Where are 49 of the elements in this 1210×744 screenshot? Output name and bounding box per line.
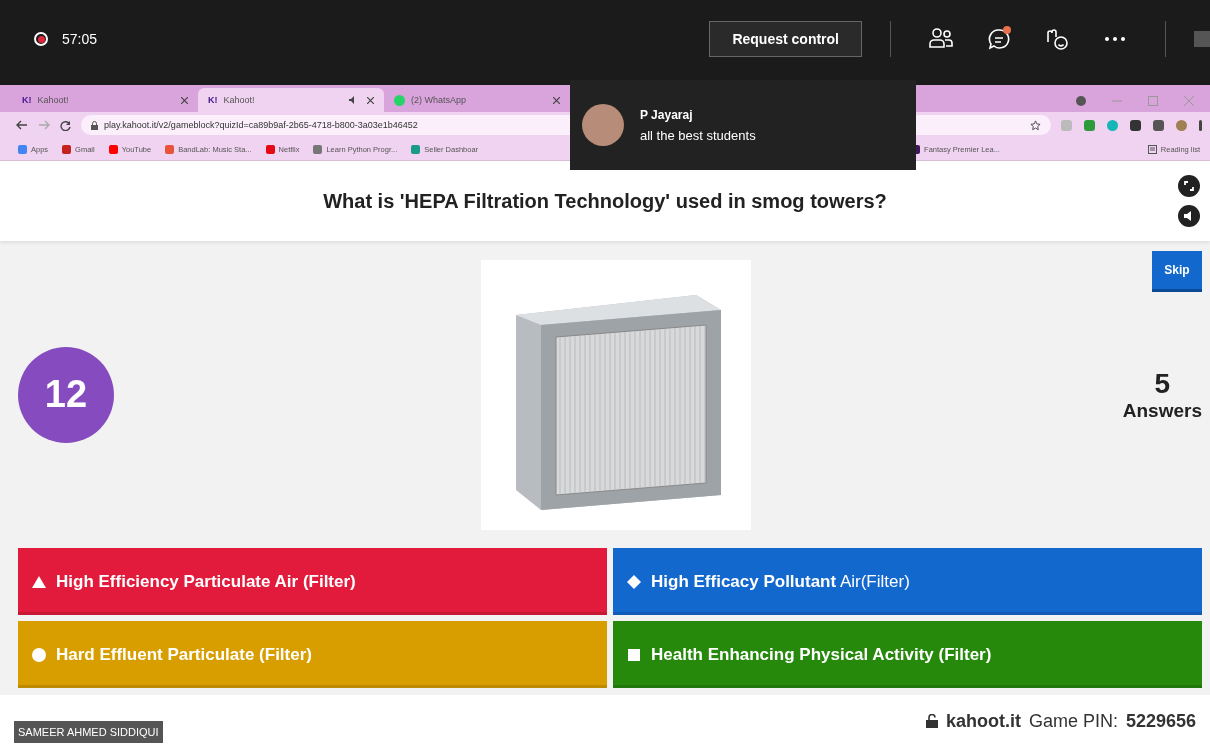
answer-text: High Efficacy Pollutant Air(Filter) (651, 571, 910, 592)
close-icon[interactable] (553, 97, 560, 104)
close-icon[interactable] (181, 97, 188, 104)
answer-option[interactable]: High Efficiency Particulate Air (Filter) (18, 548, 607, 615)
extension-icons[interactable] (1061, 119, 1202, 131)
close-icon[interactable] (367, 97, 374, 104)
fullscreen-icon[interactable] (1178, 175, 1200, 197)
site-logo: K! (208, 95, 218, 105)
answer-option[interactable]: High Efficacy Pollutant Air(Filter) (613, 548, 1202, 615)
url-text: play.kahoot.it/v2/gameblock?quizId=ca89b9af-2b65-4718-b800-3a03e1b46452 (104, 120, 418, 130)
tab-title: Kahoot! (223, 95, 255, 105)
chat-notification[interactable]: P Jayaraj all the best students (570, 80, 916, 170)
answer-text: High Efficiency Particulate Air (Filter) (56, 571, 356, 592)
browser-tab[interactable]: K! Kahoot! (198, 88, 384, 112)
question-title: What is 'HEPA Filtration Technology' used in smog towers? (323, 189, 887, 213)
circle-icon (32, 647, 46, 662)
star-icon[interactable] (1030, 119, 1041, 131)
reload-icon[interactable] (60, 119, 71, 131)
answer-option[interactable]: Health Enhancing Physical Activity (Filter) (613, 621, 1202, 688)
game-pin: 5229656 (1125, 710, 1196, 732)
speaker-icon[interactable] (349, 96, 357, 104)
presenter-name: SAMEER AHMED SIDDIQUI (14, 721, 163, 743)
back-icon[interactable] (16, 120, 28, 130)
tab-title: Kahoot! (37, 95, 69, 105)
browser-tab[interactable]: K! Kahoot! (12, 88, 198, 112)
recording-icon (34, 32, 48, 46)
answer-count-label: Answers (1122, 399, 1202, 422)
pin-label: Game PIN: (1028, 710, 1118, 732)
lock-icon (91, 120, 98, 130)
request-control-button[interactable]: Request control (709, 21, 862, 57)
sound-icon[interactable] (1178, 205, 1200, 227)
unlock-icon (925, 714, 938, 728)
answer-text: Hard Effluent Particulate (Filter) (56, 644, 312, 665)
answer-count: 5 (1154, 367, 1171, 400)
site-name: kahoot.it (945, 710, 1021, 732)
avatar (582, 104, 624, 146)
triangle-icon (32, 574, 46, 589)
tab-title: (2) WhatsApp (411, 95, 467, 105)
skip-button[interactable]: Skip (1152, 251, 1202, 289)
chat-bubble-icon (394, 94, 405, 106)
square-icon (627, 647, 641, 662)
site-logo: K! (22, 95, 32, 105)
countdown-timer: 12 (18, 346, 114, 443)
profile-icon[interactable] (1076, 96, 1086, 106)
reading-list-icon (1147, 144, 1157, 154)
recording-time: 57:05 (62, 31, 98, 47)
diamond-icon (627, 574, 641, 589)
answer-text: Health Enhancing Physical Activity (Filter) (651, 644, 992, 665)
browser-tab[interactable]: (2) WhatsApp (384, 88, 570, 112)
